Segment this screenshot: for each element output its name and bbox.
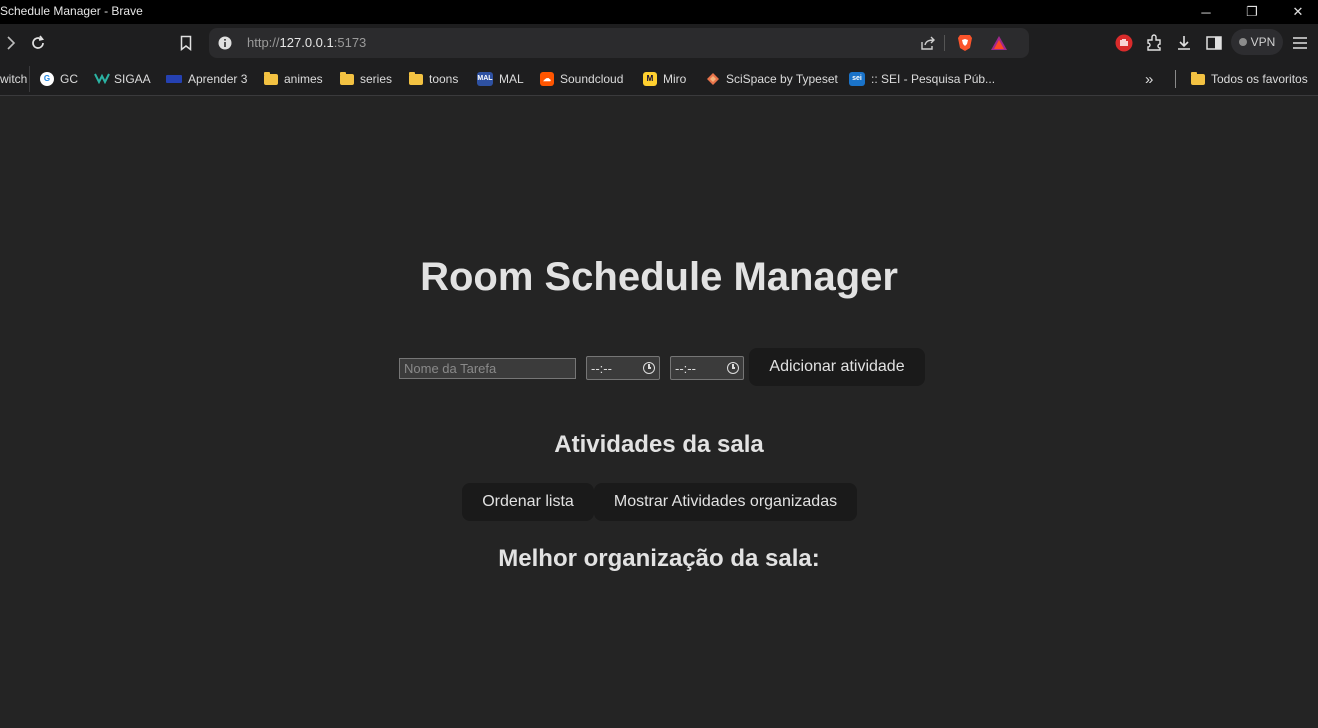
restore-button[interactable]: ❐ <box>1229 0 1275 24</box>
bookmark-divider <box>29 66 30 92</box>
bookmark-label: :: SEI - Pesquisa Púb... <box>871 72 996 86</box>
bookmark-item-scispace[interactable]: SciSpace by Typeset <box>706 70 838 88</box>
sidebar-icon[interactable] <box>1203 32 1225 54</box>
url-scheme: http:// <box>247 35 280 50</box>
best-organization-heading: Melhor organização da sala: <box>498 545 820 572</box>
more-bookmarks-icon[interactable]: » <box>1145 70 1153 88</box>
bookmarks-bar: witch G GC SIGAA Aprender 3 animes serie… <box>0 62 1318 96</box>
reload-icon[interactable] <box>27 32 49 54</box>
url-port: :5173 <box>333 35 367 50</box>
end-time-input[interactable]: --:-- <box>670 356 744 380</box>
add-activity-button[interactable]: Adicionar atividade <box>749 348 925 386</box>
window-titlebar: Schedule Manager - Brave ─ ❐ ✕ <box>0 0 1318 24</box>
show-organized-button[interactable]: Mostrar Atividades organizadas <box>594 483 857 521</box>
bookmark-label: toons <box>429 72 459 86</box>
url-text[interactable]: http://127.0.0.1:5173 <box>247 35 366 50</box>
bookmark-label: GC <box>60 72 78 86</box>
bookmark-divider <box>1175 70 1176 88</box>
vpn-button[interactable]: VPN <box>1231 29 1283 55</box>
clock-icon[interactable] <box>643 362 655 374</box>
folder-icon <box>409 71 423 85</box>
all-favorites-folder[interactable]: Todos os favoritos <box>1191 70 1308 88</box>
bookmark-label: Soundcloud <box>560 72 624 86</box>
bookmark-icon[interactable] <box>175 32 197 54</box>
scispace-icon <box>706 72 720 86</box>
all-favorites-label: Todos os favoritos <box>1211 72 1308 86</box>
miro-icon: M <box>643 72 657 86</box>
site-info-icon[interactable] <box>214 32 236 54</box>
folder-icon <box>340 71 354 85</box>
bookmark-item-mal[interactable]: MAL MAL <box>477 70 524 88</box>
mal-icon: MAL <box>477 72 493 86</box>
bookmark-label: series <box>360 72 393 86</box>
bookmark-item-aprender3[interactable]: Aprender 3 <box>166 70 247 88</box>
sei-icon: sei <box>849 72 865 86</box>
share-icon[interactable] <box>917 32 939 54</box>
brave-shield-icon[interactable] <box>954 32 976 54</box>
bookmark-label: Miro <box>663 72 687 86</box>
page-content: Room Schedule Manager --:-- --:-- Adicio… <box>0 97 1318 728</box>
activities-heading: Atividades da sala <box>554 431 764 458</box>
bookmark-item-twitch[interactable]: witch <box>0 70 27 88</box>
bookmark-item-soundcloud[interactable]: ☁ Soundcloud <box>540 70 623 88</box>
bookmark-label: MAL <box>499 72 524 86</box>
bookmark-label: witch <box>0 72 28 86</box>
gc-icon: G <box>40 72 54 86</box>
bookmark-label: SIGAA <box>114 72 151 86</box>
bookmark-label: SciSpace by Typeset <box>726 72 838 86</box>
start-time-input[interactable]: --:-- <box>586 356 660 380</box>
stop-icon[interactable] <box>1113 32 1135 54</box>
aprender-icon <box>166 75 182 83</box>
page-title: Room Schedule Manager <box>420 255 898 299</box>
bookmark-item-miro[interactable]: M Miro <box>643 70 686 88</box>
bookmark-item-series[interactable]: series <box>340 70 392 88</box>
clock-icon[interactable] <box>727 362 739 374</box>
extensions-icon[interactable] <box>1143 32 1165 54</box>
bookmark-label: Aprender 3 <box>188 72 248 86</box>
url-host: 127.0.0.1 <box>279 35 334 50</box>
browser-toolbar: http://127.0.0.1:5173 VPN <box>0 24 1318 62</box>
sort-list-button[interactable]: Ordenar lista <box>462 483 594 521</box>
forward-icon[interactable] <box>0 32 22 54</box>
close-window-button[interactable]: ✕ <box>1275 0 1318 24</box>
download-icon[interactable] <box>1173 32 1195 54</box>
start-time-value: --:-- <box>591 360 612 376</box>
brave-rewards-icon[interactable] <box>988 32 1010 54</box>
soundcloud-icon: ☁ <box>540 72 554 86</box>
bookmark-item-sei[interactable]: sei :: SEI - Pesquisa Púb... <box>849 70 995 88</box>
bookmark-label: animes <box>284 72 323 86</box>
folder-icon <box>1191 71 1205 85</box>
bookmark-item-gc[interactable]: G GC <box>40 70 78 88</box>
bookmark-item-sigaa[interactable]: SIGAA <box>94 70 151 88</box>
task-name-input[interactable] <box>399 358 576 379</box>
bookmark-item-toons[interactable]: toons <box>409 70 458 88</box>
sigaa-icon <box>94 72 110 86</box>
minimize-button[interactable]: ─ <box>1183 0 1229 24</box>
menu-icon[interactable] <box>1289 32 1311 54</box>
window-title: Schedule Manager - Brave <box>0 4 143 18</box>
folder-icon <box>264 71 278 85</box>
bookmark-item-animes[interactable]: animes <box>264 70 323 88</box>
address-bar[interactable]: http://127.0.0.1:5173 <box>209 28 1029 58</box>
end-time-value: --:-- <box>675 360 696 376</box>
vpn-label: VPN <box>1250 35 1276 49</box>
vpn-status-icon <box>1238 38 1247 46</box>
url-divider <box>944 35 945 51</box>
